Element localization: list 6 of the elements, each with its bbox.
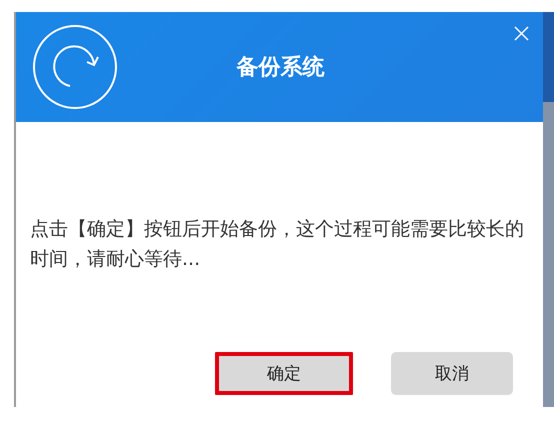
refresh-icon bbox=[32, 24, 118, 110]
confirm-button[interactable]: 确定 bbox=[215, 352, 353, 395]
close-icon[interactable] bbox=[514, 26, 529, 41]
cancel-button[interactable]: 取消 bbox=[391, 352, 513, 395]
dialog-message: 点击【确定】按钮后开始备份，这个过程可能需要比较长的时间，请耐心等待... bbox=[30, 217, 525, 272]
dialog-title: 备份系统 bbox=[235, 54, 326, 82]
